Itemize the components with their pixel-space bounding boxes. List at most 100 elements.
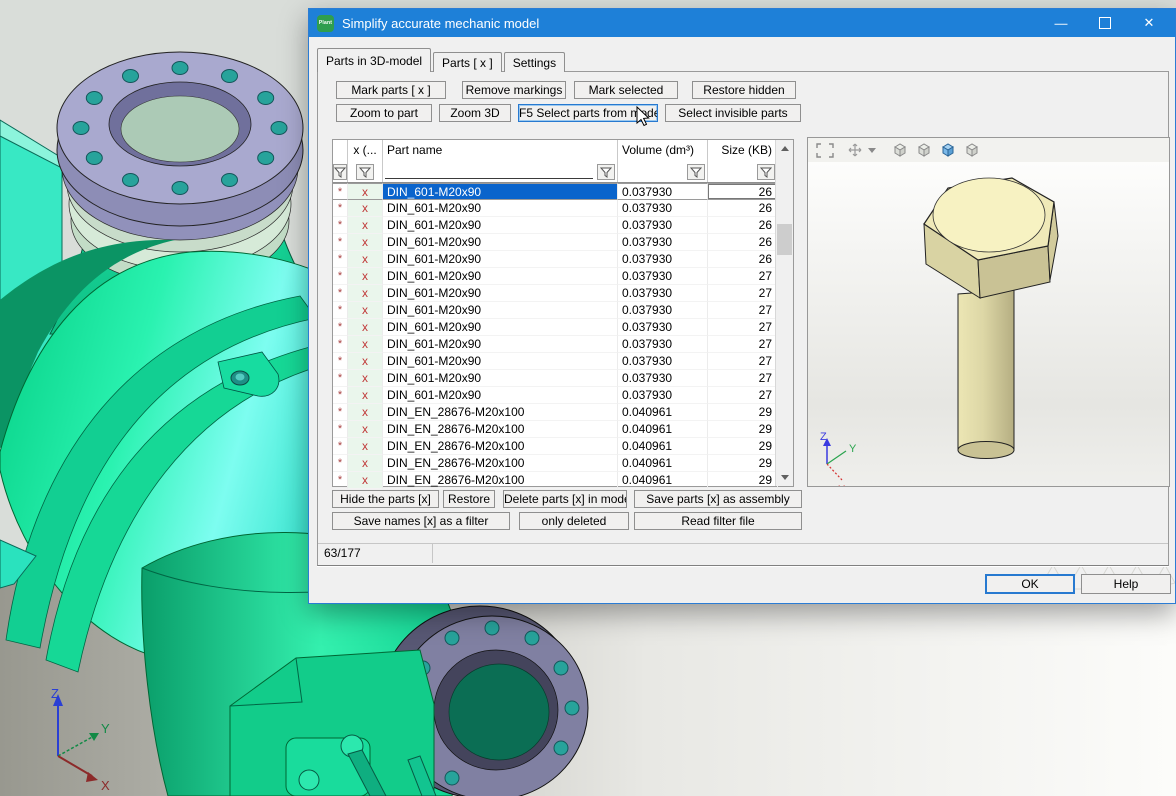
table-row[interactable]: * x DIN_601-M20x90 0.037930 26 bbox=[333, 217, 793, 234]
close-button[interactable]: ✕ bbox=[1127, 9, 1171, 37]
minimize-button[interactable]: — bbox=[1039, 9, 1083, 37]
row-mark: * bbox=[333, 268, 348, 285]
tab-parts-x[interactable]: Parts [ x ] bbox=[433, 52, 502, 72]
filter-button-size[interactable] bbox=[757, 164, 775, 180]
row-volume: 0.037930 bbox=[618, 200, 708, 217]
help-button[interactable]: Help bbox=[1081, 574, 1171, 594]
row-mark: * bbox=[333, 370, 348, 387]
table-row[interactable]: * x DIN_601-M20x90 0.037930 26 bbox=[333, 200, 793, 217]
only-deleted-button[interactable]: only deleted bbox=[519, 512, 629, 530]
zoom-frame-icon[interactable] bbox=[816, 143, 834, 158]
table-row[interactable]: * x DIN_EN_28676-M20x100 0.040961 29 bbox=[333, 455, 793, 472]
row-volume: 0.040961 bbox=[618, 455, 708, 472]
zoom-3d-button[interactable]: Zoom 3D bbox=[439, 104, 511, 122]
filter-button-mark[interactable] bbox=[333, 164, 347, 180]
status-spacer bbox=[433, 544, 1168, 563]
preview-axis-z: Z bbox=[820, 431, 827, 443]
table-row[interactable]: * x DIN_601-M20x90 0.037930 26 bbox=[333, 251, 793, 268]
row-part-name: DIN_EN_28676-M20x100 bbox=[383, 404, 618, 421]
row-mark: * bbox=[333, 285, 348, 302]
zoom-to-part-button[interactable]: Zoom to part bbox=[336, 104, 432, 122]
table-row[interactable]: * x DIN_601-M20x90 0.037930 26 bbox=[333, 183, 793, 200]
filter-button-volume[interactable] bbox=[687, 164, 705, 180]
row-mark: * bbox=[333, 200, 348, 217]
row-size: 29 bbox=[708, 472, 778, 489]
hide-parts-button[interactable]: Hide the parts [x] bbox=[332, 490, 439, 508]
row-volume: 0.037930 bbox=[618, 234, 708, 251]
row-part-name: DIN_601-M20x90 bbox=[383, 234, 618, 251]
table-row[interactable]: * x DIN_601-M20x90 0.037930 27 bbox=[333, 302, 793, 319]
scroll-up-button[interactable] bbox=[776, 140, 793, 157]
table-row[interactable]: * x DIN_601-M20x90 0.037930 27 bbox=[333, 370, 793, 387]
col-header-part-name[interactable]: Part name bbox=[383, 140, 618, 162]
table-row[interactable]: * x DIN_601-M20x90 0.037930 27 bbox=[333, 268, 793, 285]
part-preview-pane[interactable]: Z Y X bbox=[807, 137, 1170, 487]
row-x-flag: x bbox=[348, 200, 383, 217]
preview-3d-bolt[interactable]: Z Y X bbox=[808, 162, 1169, 486]
col-header-x[interactable]: x (... bbox=[348, 140, 383, 162]
row-volume: 0.037930 bbox=[618, 302, 708, 319]
mark-parts-button[interactable]: Mark parts [ x ] bbox=[336, 81, 446, 99]
restore-button[interactable]: Restore bbox=[443, 490, 495, 508]
row-x-flag: x bbox=[348, 404, 383, 421]
row-part-name: DIN_601-M20x90 bbox=[383, 353, 618, 370]
row-x-flag: x bbox=[348, 353, 383, 370]
table-row[interactable]: * x DIN_EN_28676-M20x100 0.040961 29 bbox=[333, 421, 793, 438]
table-row[interactable]: * x DIN_EN_28676-M20x100 0.040961 29 bbox=[333, 438, 793, 455]
tabstrip: Parts in 3D-model Parts [ x ] Settings bbox=[317, 49, 567, 72]
row-volume: 0.037930 bbox=[618, 336, 708, 353]
dialog-titlebar[interactable]: Plant Simplify accurate mechanic model —… bbox=[309, 9, 1175, 37]
col-header-mark[interactable] bbox=[333, 140, 348, 162]
view-cube-icon-3-active[interactable] bbox=[940, 142, 956, 158]
down-arrow-icon bbox=[781, 475, 789, 480]
row-x-flag: x bbox=[348, 370, 383, 387]
col-header-size[interactable]: Size (KB) bbox=[708, 140, 778, 162]
filter-button-name[interactable] bbox=[597, 164, 615, 180]
table-row[interactable]: * x DIN_601-M20x90 0.037930 26 bbox=[333, 234, 793, 251]
tab-parts-in-3d-model[interactable]: Parts in 3D-model bbox=[317, 48, 431, 72]
table-row[interactable]: * x DIN_601-M20x90 0.037930 27 bbox=[333, 387, 793, 404]
row-x-flag: x bbox=[348, 183, 383, 200]
row-volume: 0.037930 bbox=[618, 319, 708, 336]
ok-button[interactable]: OK bbox=[985, 574, 1075, 594]
row-x-flag: x bbox=[348, 455, 383, 472]
select-invisible-parts-button[interactable]: Select invisible parts bbox=[665, 104, 801, 122]
row-x-flag: x bbox=[348, 319, 383, 336]
scroll-thumb[interactable] bbox=[777, 224, 792, 255]
delete-parts-button[interactable]: Delete parts [x] in model bbox=[503, 490, 627, 508]
save-names-filter-button[interactable]: Save names [x] as a filter bbox=[332, 512, 510, 530]
table-row[interactable]: * x DIN_601-M20x90 0.037930 27 bbox=[333, 285, 793, 302]
row-size: 27 bbox=[708, 302, 778, 319]
restore-hidden-button[interactable]: Restore hidden bbox=[692, 81, 796, 99]
table-row[interactable]: * x DIN_EN_28676-M20x100 0.040961 29 bbox=[333, 472, 793, 489]
view-cube-icon-2[interactable] bbox=[916, 142, 932, 158]
pan-icon[interactable] bbox=[848, 143, 862, 157]
row-size: 27 bbox=[708, 336, 778, 353]
row-part-name: DIN_601-M20x90 bbox=[383, 285, 618, 302]
table-row[interactable]: * x DIN_EN_28676-M20x100 0.040961 29 bbox=[333, 404, 793, 421]
table-row[interactable]: * x DIN_601-M20x90 0.037930 27 bbox=[333, 353, 793, 370]
table-row[interactable]: * x DIN_601-M20x90 0.037930 27 bbox=[333, 336, 793, 353]
maximize-button[interactable] bbox=[1083, 9, 1127, 37]
parts-table: x (... Part name Volume (dm³) Size (KB) … bbox=[332, 139, 794, 487]
preview-axis-y: Y bbox=[849, 443, 857, 455]
scroll-down-button[interactable] bbox=[776, 469, 793, 486]
maximize-icon bbox=[1099, 17, 1111, 29]
mark-selected-button[interactable]: Mark selected bbox=[574, 81, 678, 99]
view-cube-icon-4[interactable] bbox=[964, 142, 980, 158]
row-part-name: DIN_601-M20x90 bbox=[383, 370, 618, 387]
filter-button-x[interactable] bbox=[356, 164, 374, 180]
read-filter-file-button[interactable]: Read filter file bbox=[634, 512, 802, 530]
remove-markings-button[interactable]: Remove markings bbox=[462, 81, 566, 99]
col-header-volume[interactable]: Volume (dm³) bbox=[618, 140, 708, 162]
view-dropdown-icon[interactable] bbox=[868, 148, 876, 153]
view-cube-icon-1[interactable] bbox=[892, 142, 908, 158]
tab-settings[interactable]: Settings bbox=[504, 52, 565, 72]
table-row[interactable]: * x DIN_601-M20x90 0.037930 27 bbox=[333, 319, 793, 336]
save-parts-assembly-button[interactable]: Save parts [x] as assembly bbox=[634, 490, 802, 508]
row-mark: * bbox=[333, 472, 348, 489]
dialog-title: Simplify accurate mechanic model bbox=[342, 16, 1039, 31]
row-part-name: DIN_601-M20x90 bbox=[383, 319, 618, 336]
table-vertical-scrollbar[interactable] bbox=[775, 140, 793, 486]
row-x-flag: x bbox=[348, 285, 383, 302]
